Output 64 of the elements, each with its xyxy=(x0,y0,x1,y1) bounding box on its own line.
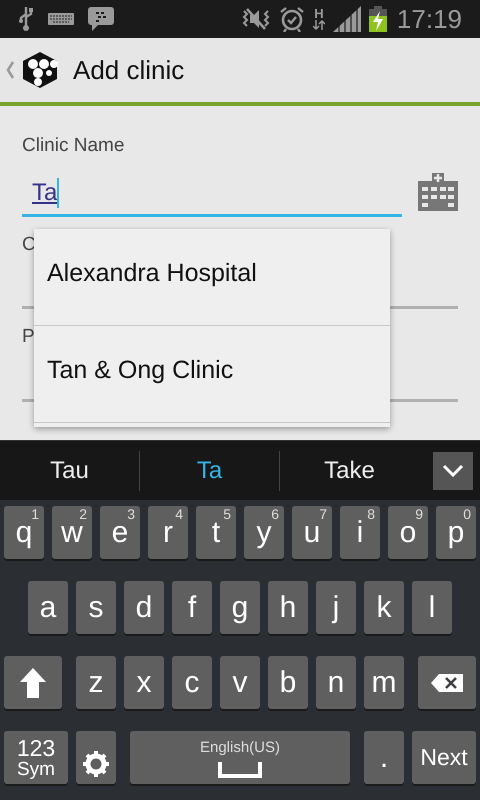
key-label: English(US) xyxy=(200,738,280,758)
key[interactable]: a xyxy=(28,581,68,634)
key[interactable]: x xyxy=(124,656,164,709)
screen-title: Add clinic xyxy=(73,54,184,86)
key-hint: 6 xyxy=(271,506,279,522)
suggestion-item[interactable]: Tan & Ong Clinic xyxy=(34,326,390,423)
key[interactable]: v xyxy=(220,656,260,709)
key[interactable]: f xyxy=(172,581,212,634)
settings-key[interactable] xyxy=(76,731,116,784)
chevron-down-icon xyxy=(442,464,464,478)
key-hint: 2 xyxy=(79,506,87,522)
collapse-button[interactable] xyxy=(433,452,473,490)
field-label: P xyxy=(22,325,36,349)
suggestion-item[interactable]: Alexandra Hospital xyxy=(34,229,390,326)
chat-bubble-icon xyxy=(88,7,114,31)
backspace-icon xyxy=(431,674,463,692)
word-suggestion[interactable]: Take xyxy=(280,440,419,500)
key-hint: 7 xyxy=(319,506,327,522)
key[interactable]: c xyxy=(172,656,212,709)
key[interactable]: b xyxy=(268,656,308,709)
settings-icon xyxy=(82,750,110,778)
key-hint: 8 xyxy=(367,506,375,522)
symbols-key[interactable]: 123 Sym xyxy=(4,731,68,784)
key-label: Sym xyxy=(17,760,55,778)
key[interactable]: j xyxy=(316,581,356,634)
network-type-label: H xyxy=(314,8,324,20)
mute-icon xyxy=(240,7,271,31)
space-bar-icon xyxy=(218,762,262,778)
key[interactable]: d xyxy=(124,581,164,634)
field-label: C xyxy=(22,232,37,256)
back-caret-icon xyxy=(5,60,15,80)
status-time: 17:19 xyxy=(396,2,462,36)
up-arrow-icon xyxy=(20,668,46,698)
hospital-building-icon xyxy=(418,172,458,210)
key[interactable]: z xyxy=(76,656,116,709)
signal-icon xyxy=(332,6,361,32)
word-suggestion[interactable]: Ta xyxy=(140,440,279,500)
field-label: Clinic Name xyxy=(22,134,126,158)
period-key[interactable]: . xyxy=(364,731,404,784)
key-hint: 0 xyxy=(463,506,471,522)
key[interactable]: m xyxy=(364,656,404,709)
key[interactable]: g xyxy=(220,581,260,634)
key[interactable]: n xyxy=(316,656,356,709)
keyboard-icon xyxy=(48,13,74,25)
hexagon-logo-icon xyxy=(21,51,59,89)
key-hint: 9 xyxy=(415,506,423,522)
key-hint: 5 xyxy=(223,506,231,522)
key-hint: 4 xyxy=(175,506,183,522)
alarm-clock-icon xyxy=(278,6,305,32)
key-label: 123 xyxy=(16,736,56,760)
key[interactable]: k xyxy=(364,581,404,634)
word-suggestion[interactable]: Tau xyxy=(0,440,139,500)
delete-key[interactable] xyxy=(418,656,476,709)
shift-key[interactable] xyxy=(4,656,62,709)
key[interactable]: h xyxy=(268,581,308,634)
next-key[interactable]: Next xyxy=(412,731,476,784)
key[interactable]: s xyxy=(76,581,116,634)
data-arrows-icon xyxy=(312,20,325,30)
key[interactable]: l xyxy=(412,581,452,634)
input-field[interactable]: Ta xyxy=(22,172,402,216)
usb-icon xyxy=(18,6,34,32)
space-key[interactable]: English(US) xyxy=(130,731,350,784)
key-hint: 3 xyxy=(127,506,135,522)
key-hint: 1 xyxy=(31,506,39,522)
